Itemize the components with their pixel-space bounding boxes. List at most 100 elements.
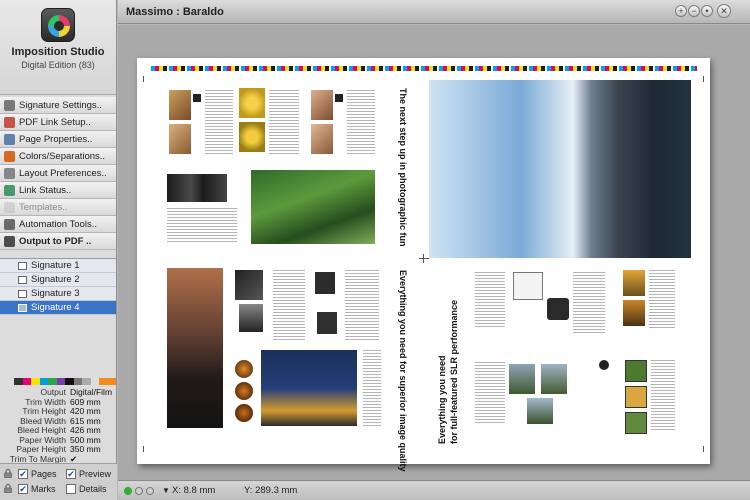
coordinate-mode-icon[interactable]: ▼ [162, 486, 170, 495]
color-swatch[interactable] [48, 378, 57, 385]
signature-icon [18, 262, 27, 270]
lock-icon [4, 484, 12, 493]
preview-check-box[interactable]: ✔ [66, 469, 76, 479]
tool-button-label: PDF Link Setup.. [19, 116, 91, 128]
zoom-in-button[interactable]: + [675, 5, 687, 17]
signature-icon [18, 276, 27, 284]
grid-icon [4, 100, 15, 111]
lock-pages[interactable] [4, 469, 16, 478]
signature-label: Signature 4 [31, 302, 80, 313]
tool-button-automation-tools[interactable]: Automation Tools.. [0, 216, 116, 233]
signature-list: Signature 1 Signature 2 Signature 3 Signatu… [0, 258, 116, 315]
imposition-workspace[interactable]: The next step up in photographic fun Eve… [118, 25, 750, 480]
page-icon [4, 134, 15, 145]
color-swatch[interactable] [22, 378, 31, 385]
tool-button-page-properties[interactable]: Page Properties.. [0, 131, 116, 148]
lock-icon [4, 469, 12, 478]
tool-list: Signature Settings.. PDF Link Setup.. Page… [0, 97, 116, 250]
logo-area: Imposition Studio Digital Edition (83) [0, 0, 116, 95]
y-coordinate: Y: 289.3 mm [244, 485, 298, 496]
page-bottom-right[interactable]: Everything you need for full-featured SL… [429, 264, 697, 450]
signature-info-table: Output Digital/Film Trim Width 609 mm Trim H… [2, 387, 116, 474]
marks-label: Marks [31, 484, 56, 494]
color-swatch[interactable] [31, 378, 40, 385]
headline-next-step: The next step up in photographic fun [398, 88, 408, 247]
app-logo-icon [41, 8, 75, 42]
page-top-left[interactable] [149, 80, 417, 258]
page-top-right[interactable] [429, 80, 697, 258]
lock-marks[interactable] [4, 484, 16, 493]
tool-button-layout-preferences[interactable]: Layout Preferences.. [0, 165, 116, 182]
tool-button-link-status[interactable]: Link Status.. [0, 182, 116, 199]
colors-icon [4, 151, 15, 162]
fit-button[interactable]: • [701, 5, 713, 17]
signature-icon [18, 290, 27, 298]
tool-button-colors-separations[interactable]: Colors/Separations.. [0, 148, 116, 165]
color-swatch[interactable] [107, 378, 116, 385]
signature-item-4[interactable]: Signature 4 [0, 301, 116, 315]
tool-button-templates[interactable]: Templates.. [0, 199, 116, 216]
color-swatch[interactable] [99, 378, 108, 385]
window-title: Massimo : Baraldo [126, 6, 224, 18]
details-checkbox[interactable]: Details [66, 484, 107, 494]
headline-everything: Everything you need [437, 355, 447, 444]
tool-button-label: Signature Settings.. [19, 99, 102, 111]
tool-button-label: Output to PDF .. [19, 235, 92, 247]
tool-button-label: Automation Tools.. [19, 218, 97, 230]
tool-button-output-to-pdf[interactable]: Output to PDF .. [0, 233, 116, 250]
signature-label: Signature 3 [31, 288, 80, 299]
close-button[interactable]: ✕ [717, 4, 731, 18]
pages-check-box[interactable]: ✔ [18, 469, 28, 479]
color-swatch-bar [14, 378, 116, 385]
headline-slr-performance: for full-featured SLR performance [449, 299, 459, 444]
pages-checkbox[interactable]: ✔ Pages [18, 469, 57, 479]
preview-checkbox[interactable]: ✔ Preview [66, 469, 111, 479]
link-icon [4, 185, 15, 196]
automation-icon [4, 219, 15, 230]
color-swatch[interactable] [73, 378, 82, 385]
window-titlebar: Massimo : Baraldo + − • ✕ [118, 0, 750, 24]
color-swatch[interactable] [82, 378, 91, 385]
tool-button-label: Templates.. [19, 201, 68, 213]
navigate-icon[interactable] [135, 487, 143, 495]
status-ok-icon [124, 487, 132, 495]
color-swatch[interactable] [14, 378, 23, 385]
marks-check-box[interactable]: ✔ [18, 484, 28, 494]
signature-label: Signature 2 [31, 274, 80, 285]
signature-item-2[interactable]: Signature 2 [0, 273, 116, 287]
color-swatch[interactable] [56, 378, 65, 385]
status-bar: ▼ X: 8.8 mm Y: 289.3 mm [118, 480, 750, 500]
tool-button-pdf-link-setup[interactable]: PDF Link Setup.. [0, 114, 116, 131]
tool-button-signature-settings[interactable]: Signature Settings.. [0, 97, 116, 114]
landscape-photo [429, 80, 691, 258]
x-coordinate: X: 8.8 mm [172, 485, 216, 496]
grid-toggle-icon[interactable] [146, 487, 154, 495]
color-swatch[interactable] [39, 378, 48, 385]
pages-label: Pages [31, 469, 57, 479]
tool-button-label: Page Properties.. [19, 133, 93, 145]
printer-icon [4, 236, 15, 247]
page-bottom-left[interactable] [149, 264, 417, 450]
details-label: Details [79, 484, 107, 494]
template-icon [4, 202, 15, 213]
tool-button-label: Layout Preferences.. [19, 167, 107, 179]
tool-button-label: Colors/Separations.. [19, 150, 106, 162]
color-swatch[interactable] [65, 378, 74, 385]
headline-image-quality: Everything you need for superior image q… [398, 270, 408, 472]
zoom-out-button[interactable]: − [688, 5, 700, 17]
press-sheet[interactable]: The next step up in photographic fun Eve… [137, 58, 710, 472]
app-name: Imposition Studio [11, 46, 105, 58]
signature-icon [18, 304, 27, 312]
color-swatch[interactable] [90, 378, 99, 385]
color-control-bar [151, 66, 697, 71]
signature-item-1[interactable]: Signature 1 [0, 259, 116, 273]
details-check-box[interactable] [66, 484, 76, 494]
tool-button-label: Link Status.. [19, 184, 72, 196]
gear-icon [4, 168, 15, 179]
marks-checkbox[interactable]: ✔ Marks [18, 484, 56, 494]
view-options: ✔ Pages ✔ Preview ✔ Marks Details [0, 463, 117, 500]
signature-label: Signature 1 [31, 260, 80, 271]
preview-label: Preview [79, 469, 112, 479]
sidebar: Imposition Studio Digital Edition (83) S… [0, 0, 117, 500]
signature-item-3[interactable]: Signature 3 [0, 287, 116, 301]
